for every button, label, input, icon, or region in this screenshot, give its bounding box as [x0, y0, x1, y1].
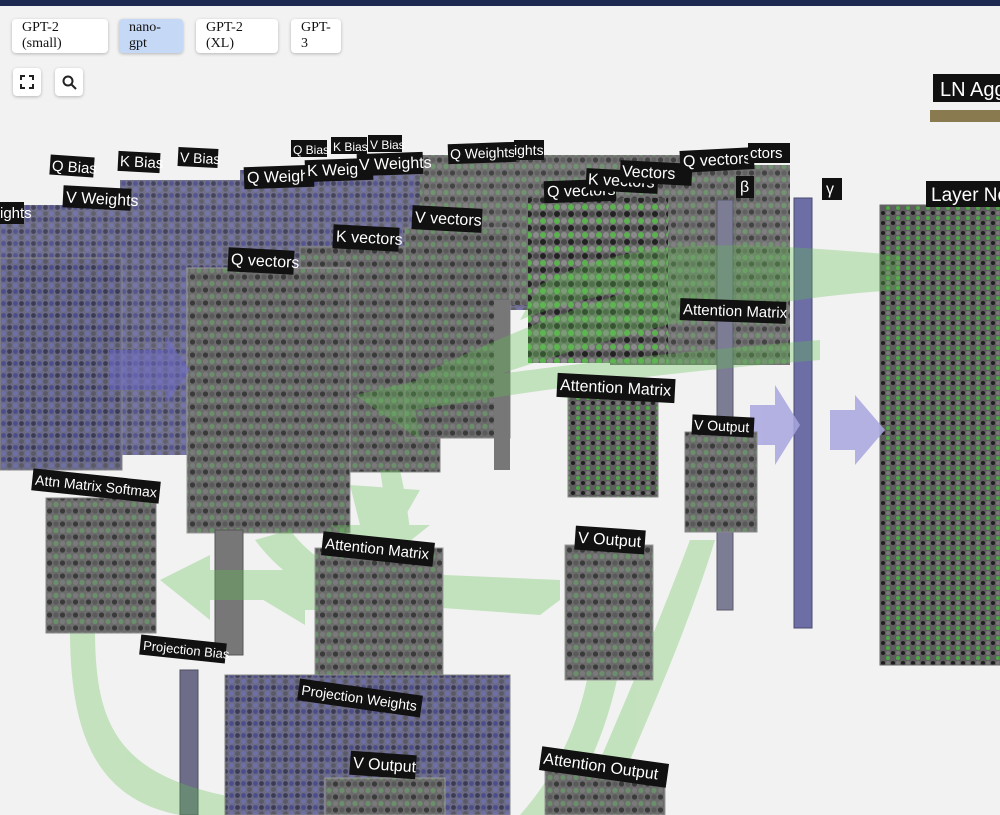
search-icon: [62, 75, 77, 90]
v-output-panel-1: [685, 432, 757, 532]
label-k-bias: K Bias: [120, 153, 164, 172]
attention-matrix-panel-2: [568, 397, 658, 497]
label-q-bias: Q Bias: [51, 158, 97, 178]
model-button-gpt3[interactable]: GPT-3: [291, 19, 341, 53]
transformer-3d-scene[interactable]: LN Agg Layer No Q Bias K Bias V Bias Q B…: [0, 0, 1000, 815]
label-v-vectors-1: V vectors: [415, 209, 482, 229]
model-button-gpt2-xl[interactable]: GPT-2 (XL): [196, 19, 278, 53]
attn-softmax-panel: [46, 498, 156, 633]
label-vectors-4: ctors: [750, 145, 783, 162]
label-q-vectors-3: Q vectors: [683, 150, 752, 171]
fullscreen-icon: [20, 75, 34, 89]
label-v-bias-2: V Bias: [370, 138, 405, 152]
v-output-panel-2: [565, 545, 653, 680]
label-layer-norm: Layer No: [931, 185, 1000, 206]
label-q-weights-2: Q Weights: [450, 144, 516, 162]
label-weights-left: ights: [0, 205, 32, 222]
search-button[interactable]: [55, 68, 83, 96]
model-button-gpt2-small[interactable]: GPT-2 (small): [12, 19, 108, 53]
label-gamma: γ: [826, 181, 834, 198]
q-vectors-front-panel: [187, 268, 350, 533]
label-v-bias: V Bias: [180, 149, 221, 167]
label-q-bias-2: Q Bias: [293, 143, 329, 157]
v-output-panel-3: [325, 778, 445, 815]
label-k-vectors-1: K vectors: [336, 228, 403, 248]
model-button-nano-gpt[interactable]: nano-gpt: [119, 19, 183, 53]
label-weights-3: ights: [514, 142, 544, 158]
ln-agg-strip: [930, 110, 1000, 122]
fullscreen-button[interactable]: [13, 68, 41, 96]
label-v-output-1: V Output: [694, 416, 750, 435]
label-q-vectors-1: Q vectors: [231, 251, 300, 272]
label-vectors-3: Vectors: [622, 163, 676, 183]
label-k-bias-2: K Bias: [333, 140, 368, 154]
layernorm-flow-arrows: [750, 385, 885, 465]
label-ln-agg: LN Agg: [940, 79, 1000, 101]
label-v-weights-2: V Weights: [359, 155, 432, 175]
left-weights-panel: [0, 258, 122, 470]
label-beta: β: [740, 179, 749, 196]
